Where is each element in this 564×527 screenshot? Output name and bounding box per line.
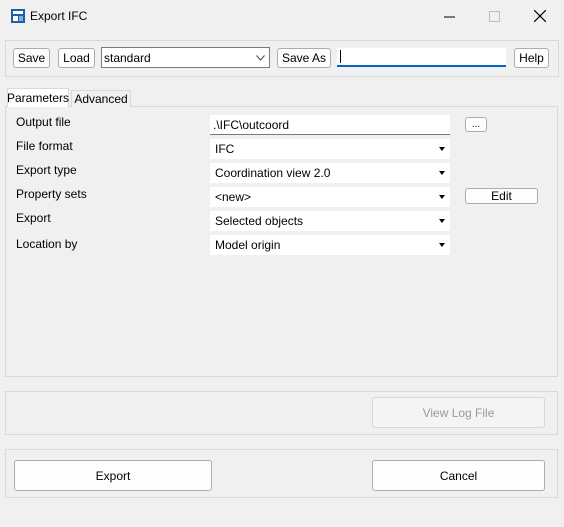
help-button[interactable]: Help — [514, 48, 549, 68]
chevron-down-icon — [256, 54, 265, 61]
window-title: Export IFC — [30, 9, 88, 23]
location-by-select[interactable]: Model origin — [210, 235, 450, 255]
maximize-icon — [488, 10, 500, 22]
property-sets-select[interactable]: <new> — [210, 187, 450, 207]
minimize-button[interactable] — [426, 0, 472, 32]
output-file-input[interactable]: .\IFC\outcoord — [210, 115, 450, 135]
property-sets-label: Property sets — [16, 187, 87, 201]
close-button[interactable] — [517, 0, 563, 32]
tab-parameters[interactable]: Parameters — [7, 88, 69, 107]
file-format-select[interactable]: IFC — [210, 139, 450, 159]
export-select[interactable]: Selected objects — [210, 211, 450, 231]
text-cursor — [340, 50, 341, 63]
minimize-icon — [443, 16, 455, 17]
property-sets-value: <new> — [215, 190, 252, 204]
export-type-select[interactable]: Coordination view 2.0 — [210, 163, 450, 183]
dropdown-arrow-icon — [439, 195, 445, 199]
export-button[interactable]: Export — [14, 460, 212, 491]
file-format-value: IFC — [215, 142, 235, 156]
export-type-label: Export type — [16, 163, 77, 177]
maximize-button — [471, 0, 517, 32]
output-file-label: Output file — [16, 115, 71, 129]
file-format-label: File format — [16, 139, 73, 153]
location-by-label: Location by — [16, 237, 78, 251]
dropdown-arrow-icon — [439, 243, 445, 247]
app-icon — [11, 9, 25, 23]
setting-select[interactable]: standard — [101, 47, 270, 68]
setting-select-value: standard — [104, 50, 151, 65]
export-label: Export — [16, 211, 51, 225]
dropdown-arrow-icon — [439, 171, 445, 175]
save-as-button[interactable]: Save As — [277, 48, 331, 68]
setting-name-input[interactable] — [337, 48, 506, 67]
dropdown-arrow-icon — [439, 147, 445, 151]
browse-button[interactable]: ... — [465, 117, 487, 132]
tab-advanced[interactable]: Advanced — [71, 90, 131, 107]
view-log-file-button[interactable]: View Log File — [372, 397, 545, 428]
export-type-value: Coordination view 2.0 — [215, 166, 331, 180]
close-icon — [534, 10, 546, 22]
location-by-value: Model origin — [215, 238, 281, 252]
export-value: Selected objects — [215, 214, 304, 228]
load-button[interactable]: Load — [58, 48, 95, 68]
cancel-button[interactable]: Cancel — [372, 460, 545, 491]
save-button[interactable]: Save — [13, 48, 50, 68]
edit-property-sets-button[interactable]: Edit — [465, 188, 538, 204]
output-file-value: .\IFC\outcoord — [213, 117, 290, 132]
dropdown-arrow-icon — [439, 219, 445, 223]
